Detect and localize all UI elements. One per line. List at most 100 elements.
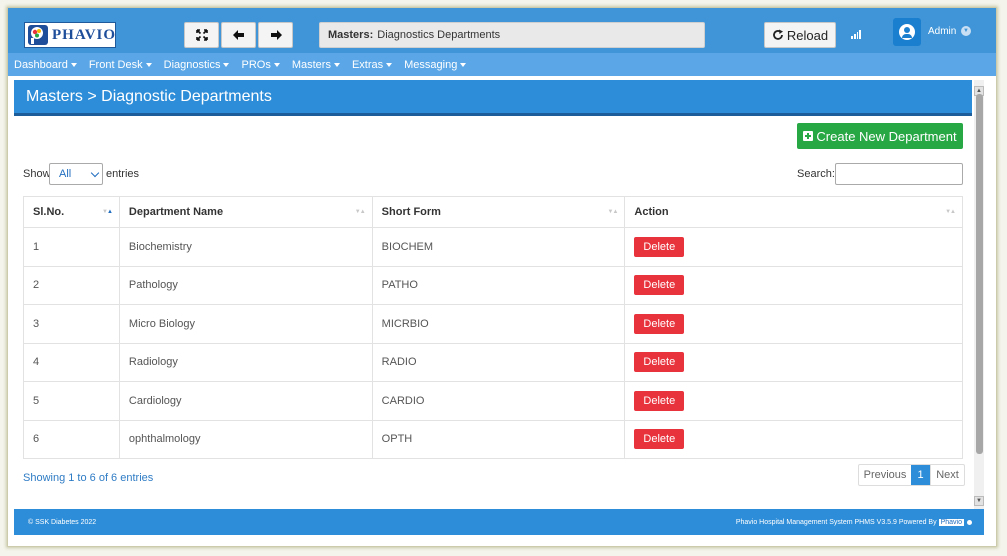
cell-sl-no: 1 — [23, 227, 120, 267]
table-row: 2 Pathology PATHO Delete — [23, 265, 963, 305]
cell-action: Delete — [624, 227, 963, 267]
cell-short-form: CARDIO — [371, 381, 626, 421]
delete-button[interactable]: Delete — [634, 313, 685, 334]
departments-table: Sl.No. ▼▲ Department Name ▼▲ Short Form ▼▲ … — [23, 196, 963, 459]
forward-button[interactable] — [258, 22, 293, 48]
cell-department-name: ophthalmology — [118, 419, 373, 459]
nav-dashboard[interactable]: Dashboard — [14, 59, 77, 71]
caret-down-icon — [273, 62, 280, 67]
cell-department-name: Pathology — [118, 265, 373, 305]
cell-short-form: RADIO — [371, 342, 626, 382]
app-logo[interactable]: PHAVIO — [24, 22, 116, 48]
chevron-down-icon[interactable]: ▼ — [961, 26, 971, 36]
cell-sl-no: 4 — [23, 342, 120, 382]
show-label: Show — [23, 168, 51, 180]
app-window: PHAVIO Masters: Diagnostics Departments — [8, 8, 996, 546]
scroll-down-icon[interactable]: ▼ — [974, 496, 984, 506]
footer-powered-by: Phavio Hospital Management System PHMS V… — [735, 518, 972, 526]
column-header-department-name[interactable]: Department Name ▼▲ — [118, 196, 373, 228]
entries-select[interactable]: All — [49, 163, 103, 185]
caret-down-icon — [70, 62, 77, 67]
arrow-right-icon — [270, 30, 282, 40]
status-dot-icon — [967, 519, 972, 525]
create-department-label: Create New Department — [816, 128, 957, 144]
column-header-short-form[interactable]: Short Form ▼▲ — [371, 196, 626, 228]
breadcrumb: Masters: Diagnostics Departments — [319, 22, 705, 48]
signal-icon — [851, 30, 861, 39]
cell-sl-no: 3 — [23, 304, 120, 344]
pagination: Previous 1 Next — [858, 464, 965, 486]
next-page-button[interactable]: Next — [930, 465, 964, 485]
logo-text: PHAVIO — [52, 26, 117, 43]
cell-action: Delete — [624, 381, 963, 421]
caret-down-icon — [333, 62, 340, 67]
cell-short-form: MICRBIO — [371, 304, 626, 344]
chevron-down-icon — [90, 168, 100, 178]
cell-short-form: BIOCHEM — [371, 227, 626, 267]
table-header-row: Sl.No. ▼▲ Department Name ▼▲ Short Form ▼▲ … — [23, 196, 963, 228]
breadcrumb-value: Diagnostics Departments — [377, 29, 501, 41]
user-name[interactable]: Admin — [928, 26, 956, 37]
avatar[interactable] — [893, 18, 921, 46]
reload-label: Reload — [786, 27, 829, 43]
entries-select-value: All — [59, 168, 72, 180]
page-1-button[interactable]: 1 — [911, 465, 930, 485]
delete-button[interactable]: Delete — [634, 236, 685, 257]
table-row: 4 Radiology RADIO Delete — [23, 342, 963, 382]
cell-action: Delete — [624, 419, 963, 459]
reload-button[interactable]: Reload — [764, 22, 836, 48]
table-row: 3 Micro Biology MICRBIO Delete — [23, 304, 963, 344]
table-row: 6 ophthalmology OPTH Delete — [23, 419, 963, 459]
entries-label: entries — [106, 168, 140, 180]
footer: © SSK Diabetes 2022 Phavio Hospital Mana… — [14, 509, 984, 535]
nav-front-desk[interactable]: Front Desk — [89, 59, 152, 71]
cell-action: Delete — [624, 265, 963, 305]
page-title: Masters > Diagnostic Departments — [14, 80, 972, 116]
sort-icon: ▼▲ — [354, 209, 366, 215]
delete-button[interactable]: Delete — [634, 390, 685, 411]
delete-button[interactable]: Delete — [634, 275, 685, 296]
footer-brand-link[interactable]: Phavio — [938, 518, 964, 526]
create-department-button[interactable]: Create New Department — [797, 123, 963, 149]
table-info: Showing 1 to 6 of 6 entries — [23, 472, 154, 484]
nav-extras[interactable]: Extras — [352, 59, 393, 71]
search-input[interactable] — [835, 163, 963, 185]
column-header-action[interactable]: Action ▼▲ — [624, 196, 963, 228]
sort-icon: ▼▲ — [102, 209, 113, 215]
cell-sl-no: 6 — [23, 419, 120, 459]
breadcrumb-label: Masters: — [328, 29, 374, 41]
cell-department-name: Radiology — [118, 342, 373, 382]
caret-down-icon — [460, 62, 467, 67]
back-button[interactable] — [221, 22, 256, 48]
sort-icon: ▼▲ — [607, 209, 619, 215]
search-label: Search: — [797, 168, 835, 180]
cell-action: Delete — [624, 304, 963, 344]
column-header-sl-no[interactable]: Sl.No. ▼▲ — [23, 196, 120, 228]
caret-down-icon — [145, 62, 152, 67]
sort-icon: ▼▲ — [945, 209, 956, 215]
caret-down-icon — [223, 62, 230, 67]
arrow-left-icon — [232, 30, 244, 40]
footer-copyright: © SSK Diabetes 2022 — [28, 518, 97, 526]
cell-action: Delete — [624, 342, 963, 382]
main-nav: Dashboard Front Desk Diagnostics PROs Ma… — [8, 53, 996, 76]
cell-short-form: OPTH — [371, 419, 626, 459]
nav-messaging[interactable]: Messaging — [404, 59, 467, 71]
cell-department-name: Micro Biology — [118, 304, 373, 344]
delete-button[interactable]: Delete — [634, 429, 685, 450]
cell-sl-no: 5 — [23, 381, 120, 421]
delete-button[interactable]: Delete — [634, 352, 685, 373]
expand-icon — [195, 29, 208, 41]
footer-system: Phavio Hospital Management System PHMS V… — [735, 518, 937, 526]
scrollbar-thumb[interactable] — [976, 94, 983, 454]
caret-down-icon — [386, 62, 393, 67]
nav-pros[interactable]: PROs — [241, 59, 280, 71]
previous-page-button[interactable]: Previous — [859, 465, 911, 485]
top-header: PHAVIO Masters: Diagnostics Departments — [8, 8, 996, 53]
nav-masters[interactable]: Masters — [292, 59, 340, 71]
plus-square-icon — [803, 131, 814, 141]
table-row: 1 Biochemistry BIOCHEM Delete — [23, 227, 963, 267]
fullscreen-button[interactable] — [184, 22, 219, 48]
cell-short-form: PATHO — [371, 265, 626, 305]
nav-diagnostics[interactable]: Diagnostics — [164, 59, 230, 71]
